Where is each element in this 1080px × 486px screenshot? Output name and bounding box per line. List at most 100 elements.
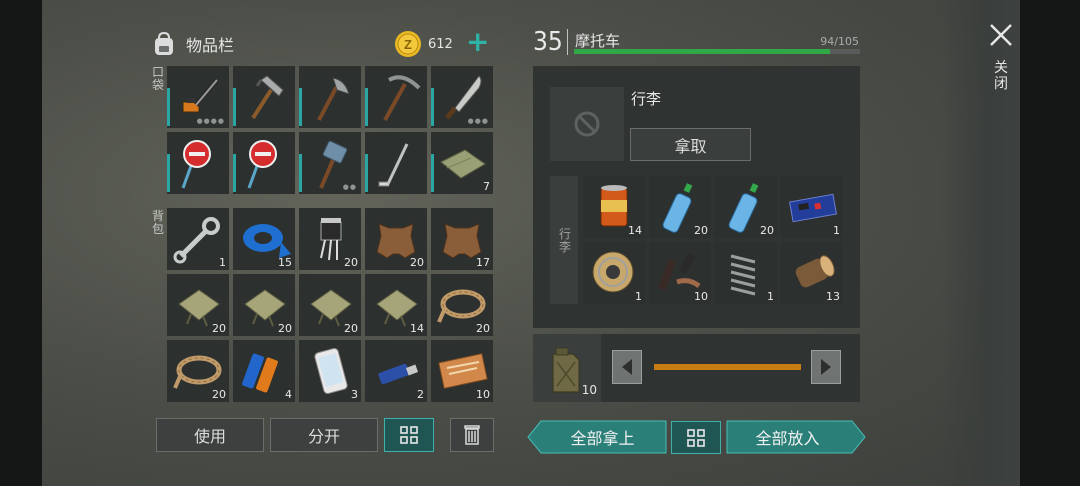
item-count: 20 — [212, 388, 226, 401]
item-count: 20 — [410, 256, 424, 269]
backpack-slot[interactable]: 20 — [167, 274, 229, 336]
item-count: 14 — [410, 322, 424, 335]
quality-dots: ●● — [342, 183, 357, 191]
arrow-right-icon — [821, 359, 831, 375]
close-label: 关闭 — [994, 60, 1008, 92]
luggage-side-label: 行李 — [558, 227, 571, 254]
grid-icon — [687, 428, 705, 447]
item-count: 20 — [344, 322, 358, 335]
item-count: 20 — [760, 224, 774, 237]
fuel-count: 10 — [581, 383, 597, 397]
take-all-button[interactable]: 全部拿上 — [545, 421, 660, 453]
svg-text:Z: Z — [404, 37, 412, 52]
backpack-slot[interactable]: 2 — [365, 340, 427, 402]
item-count: 20 — [694, 224, 708, 237]
luggage-item-slot[interactable]: 14 — [583, 176, 645, 238]
item-count: 15 — [278, 256, 292, 269]
inventory-sort-button[interactable] — [384, 418, 434, 452]
close-icon — [990, 24, 1012, 46]
luggage-item-slot[interactable]: 13 — [781, 242, 843, 304]
fuel-increase-button[interactable] — [811, 350, 841, 384]
durability-bar — [574, 49, 860, 54]
vehicle-level: 35 — [533, 27, 563, 57]
pocket-slot[interactable]: ●●● — [431, 66, 493, 128]
luggage-slot — [550, 87, 624, 161]
backpack-slot[interactable]: 14 — [365, 274, 427, 336]
take-button[interactable]: 拿取 — [630, 128, 751, 161]
use-button[interactable]: 使用 — [156, 418, 264, 452]
fuel-decrease-button[interactable] — [612, 350, 642, 384]
close-button[interactable]: 关闭 — [986, 22, 1016, 100]
luggage-item-slot[interactable]: 20 — [649, 176, 711, 238]
item-count: 10 — [476, 388, 490, 401]
pocket-slot[interactable]: ●●●● — [167, 66, 229, 128]
backpack-slot[interactable]: 20 — [167, 340, 229, 402]
luggage-item-slot[interactable]: 1 — [781, 176, 843, 238]
stop-sign-icon — [247, 140, 277, 189]
backpack-icon — [155, 31, 173, 55]
stop-sign-icon — [181, 140, 211, 189]
item-count: 14 — [628, 224, 642, 237]
item-count: 2 — [417, 388, 424, 401]
item-count: 20 — [476, 322, 490, 335]
backpack-slot[interactable]: 17 — [431, 208, 493, 270]
no-entry-icon — [574, 111, 600, 137]
inventory-title: 物品栏 — [186, 36, 235, 55]
backpack-slot[interactable]: 20 — [365, 208, 427, 270]
pocket-slot[interactable] — [365, 132, 427, 194]
pocket-slot[interactable]: 7 — [431, 132, 493, 194]
backpack-slot[interactable]: 4 — [233, 340, 295, 402]
luggage-item-slot[interactable]: 1 — [715, 242, 777, 304]
pocket-label: 口袋 — [151, 65, 164, 92]
hammer-icon — [251, 75, 284, 120]
item-count: 20 — [344, 256, 358, 269]
backpack-slot[interactable]: 10 — [431, 340, 493, 402]
backpack-slot[interactable]: 20 — [431, 274, 493, 336]
trash-icon — [464, 425, 480, 445]
luggage-item-slot[interactable]: 1 — [583, 242, 645, 304]
backpack-label: 背包 — [151, 209, 164, 236]
luggage-item-slot[interactable]: 20 — [715, 176, 777, 238]
backpack-slot[interactable]: 20 — [299, 208, 361, 270]
item-count: 17 — [476, 256, 490, 269]
inventory-header: 物品栏 — [150, 30, 234, 58]
item-count: 10 — [694, 290, 708, 303]
backpack-slot[interactable]: 15 — [233, 208, 295, 270]
backpack-slot[interactable]: 20 — [233, 274, 295, 336]
put-all-button[interactable]: 全部放入 — [730, 421, 845, 453]
luggage-title: 行李 — [631, 90, 662, 108]
backpack-slot[interactable]: 1 — [167, 208, 229, 270]
luggage-item-slot[interactable]: 10 — [649, 242, 711, 304]
pocket-slot[interactable]: ●● — [299, 132, 361, 194]
backpack-slot[interactable]: 20 — [299, 274, 361, 336]
vehicle-sort-button[interactable] — [671, 421, 721, 454]
item-count: 13 — [826, 290, 840, 303]
coin-display: Z 612 — [394, 30, 453, 58]
add-coins-button[interactable]: + — [466, 27, 489, 57]
item-count: 1 — [219, 256, 226, 269]
fuel-slot[interactable]: 10 — [533, 334, 601, 402]
pocket-slot[interactable] — [233, 66, 295, 128]
coin-icon: Z — [395, 31, 421, 57]
coin-count: 612 — [428, 36, 453, 52]
trash-button[interactable] — [450, 418, 494, 452]
backpack-slot[interactable]: 3 — [299, 340, 361, 402]
pocket-slot[interactable] — [233, 132, 295, 194]
fuel-amount-slider[interactable] — [654, 364, 801, 370]
item-count: 20 — [212, 322, 226, 335]
item-count: 7 — [483, 180, 490, 193]
arrow-left-icon — [622, 359, 632, 375]
quality-dots: ●●● — [467, 117, 489, 125]
hatchet-icon — [317, 77, 350, 121]
item-count: 20 — [278, 322, 292, 335]
quality-dots: ●●●● — [196, 117, 225, 125]
item-count: 1 — [833, 224, 840, 237]
split-button[interactable]: 分开 — [270, 418, 378, 452]
vehicle-durability: 94/105 — [820, 35, 859, 48]
pickaxe-icon — [383, 75, 421, 121]
item-count: 1 — [635, 290, 642, 303]
pocket-slot[interactable] — [167, 132, 229, 194]
pocket-slot[interactable] — [365, 66, 427, 128]
pocket-slot[interactable] — [299, 66, 361, 128]
grid-icon — [400, 426, 418, 444]
